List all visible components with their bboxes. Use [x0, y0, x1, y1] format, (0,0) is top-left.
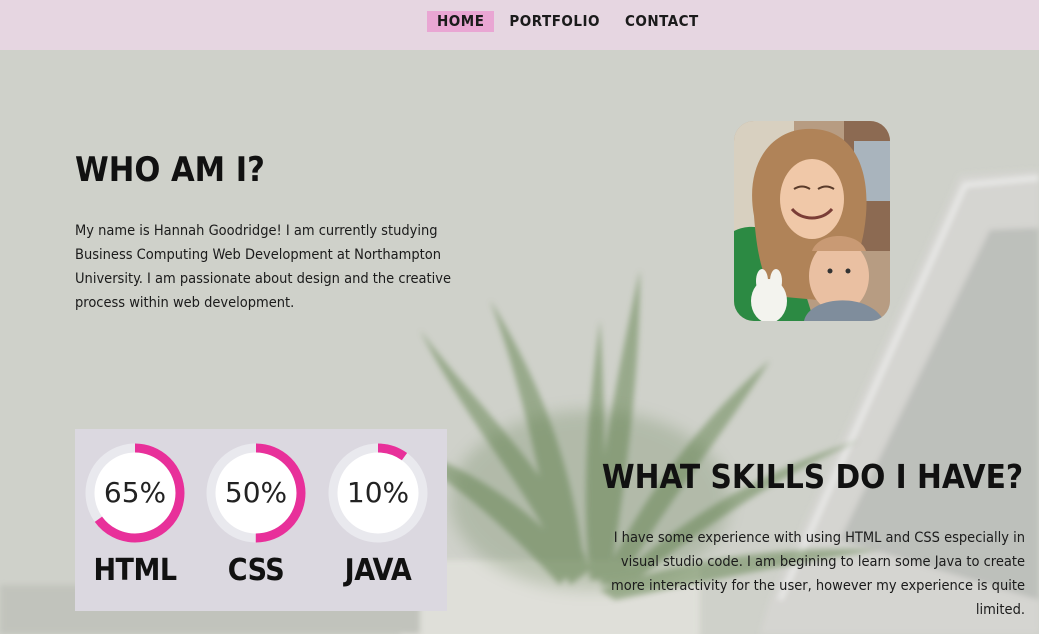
skill-name: CSS	[227, 553, 285, 588]
nav-contact-link[interactable]: CONTACT	[615, 11, 709, 32]
navbar: HOME PORTFOLIO CONTACT	[0, 0, 1039, 50]
skill-item-css: 50% CSS	[204, 441, 308, 588]
skill-percent: 65%	[103, 476, 167, 509]
nav-portfolio-link[interactable]: PORTFOLIO	[499, 11, 610, 32]
skill-item-html: 65% HTML	[83, 441, 187, 588]
skill-percent: 10%	[346, 476, 410, 509]
nav-home-link[interactable]: HOME	[427, 11, 495, 32]
skill-name: HTML	[93, 553, 177, 588]
skills-progress-panel: 65% HTML 50% CSS 10% JAVA	[75, 429, 447, 611]
profile-photo	[734, 121, 890, 321]
skill-item-java: 10% JAVA	[326, 441, 430, 588]
nav-list: HOME PORTFOLIO CONTACT	[427, 11, 714, 32]
about-heading: WHO AM I?	[75, 150, 265, 190]
skills-text: I have some experience with using HTML a…	[611, 530, 1025, 618]
about-text: My name is Hannah Goodridge! I am curren…	[75, 223, 452, 311]
skill-name: JAVA	[344, 553, 412, 588]
skills-heading: WHAT SKILLS DO I HAVE?	[601, 457, 1024, 496]
skill-percent: 50%	[224, 476, 288, 509]
